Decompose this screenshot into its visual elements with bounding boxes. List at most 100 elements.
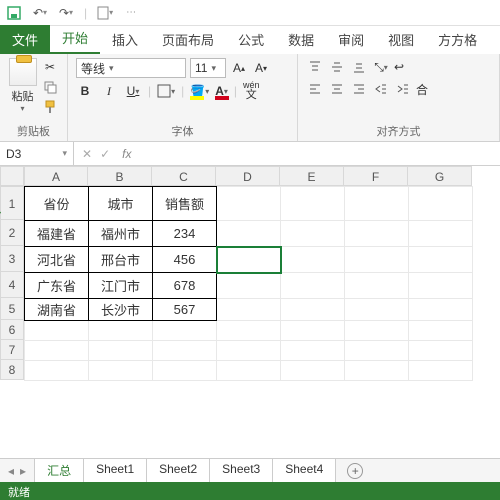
cell[interactable] (345, 247, 409, 273)
fx-cancel-icon[interactable]: ✕ (82, 147, 92, 161)
cell[interactable]: 销售额 (153, 187, 217, 221)
cell[interactable] (281, 321, 345, 341)
cell[interactable] (217, 187, 281, 221)
fx-icon[interactable]: fx (122, 147, 131, 161)
cell[interactable]: 广东省 (25, 273, 89, 299)
cell[interactable]: 湖南省 (25, 299, 89, 321)
cell[interactable] (409, 341, 473, 361)
cell[interactable] (217, 273, 281, 299)
phonetic-icon[interactable]: wén文 (243, 82, 260, 100)
sheet-tab[interactable]: Sheet1 (83, 458, 147, 484)
cell[interactable] (153, 361, 217, 381)
tab-addin[interactable]: 方方格 (426, 25, 489, 54)
cell[interactable] (409, 221, 473, 247)
cell[interactable] (89, 341, 153, 361)
row-header[interactable]: 8 (0, 360, 24, 380)
italic-button[interactable]: I (100, 82, 118, 100)
cell[interactable] (281, 341, 345, 361)
cell[interactable] (409, 187, 473, 221)
row-header[interactable]: 2 (0, 220, 24, 246)
row-header[interactable]: 5 (0, 298, 24, 320)
cell[interactable]: 福州市 (89, 221, 153, 247)
undo-icon[interactable]: ↶▾ (32, 5, 48, 21)
merge-button[interactable]: 合 (416, 80, 428, 98)
row-header[interactable]: 3 (0, 246, 24, 272)
col-header[interactable]: A (24, 166, 88, 186)
tab-formulas[interactable]: 公式 (226, 25, 276, 54)
format-painter-icon[interactable] (41, 98, 59, 116)
row-header[interactable]: 7 (0, 340, 24, 360)
tab-view[interactable]: 视图 (376, 25, 426, 54)
bold-button[interactable]: B (76, 82, 94, 100)
sheet-tab[interactable]: 汇总 (34, 458, 84, 484)
cell[interactable] (217, 321, 281, 341)
increase-indent-icon[interactable] (394, 80, 412, 98)
cell[interactable] (89, 321, 153, 341)
redo-icon[interactable]: ↷▾ (58, 5, 74, 21)
doc-icon[interactable]: ▾ (97, 5, 113, 21)
cell[interactable] (25, 321, 89, 341)
font-color-button[interactable]: A▾ (215, 82, 228, 100)
tab-home[interactable]: 开始 (50, 23, 100, 54)
name-box[interactable]: D3▾ (0, 142, 74, 165)
sheet-tab[interactable]: Sheet2 (146, 458, 210, 484)
col-header[interactable]: G (408, 166, 472, 186)
cell[interactable] (409, 321, 473, 341)
qat-overflow-icon[interactable]: ⋯ (123, 5, 139, 21)
tab-insert[interactable]: 插入 (100, 25, 150, 54)
cell[interactable]: 456 (153, 247, 217, 273)
cell[interactable] (409, 247, 473, 273)
cell[interactable] (409, 361, 473, 381)
cell[interactable]: 234 (153, 221, 217, 247)
tab-review[interactable]: 审阅 (326, 25, 376, 54)
border-button[interactable]: ▾ (157, 82, 175, 100)
cell[interactable] (345, 299, 409, 321)
increase-font-icon[interactable]: A▴ (230, 59, 248, 77)
col-header[interactable]: F (344, 166, 408, 186)
tab-layout[interactable]: 页面布局 (150, 25, 226, 54)
font-name-combo[interactable]: 等线▾ (76, 58, 186, 78)
underline-button[interactable]: U▾ (124, 82, 142, 100)
cell[interactable]: 江门市 (89, 273, 153, 299)
cell[interactable]: 省份 (25, 187, 89, 221)
paste-button[interactable]: 粘贴 ▾ (8, 58, 37, 113)
cell[interactable] (409, 299, 473, 321)
cell[interactable]: 福建省 (25, 221, 89, 247)
col-header[interactable]: E (280, 166, 344, 186)
copy-icon[interactable] (41, 78, 59, 96)
cell[interactable] (281, 247, 345, 273)
font-size-combo[interactable]: 11▾ (190, 58, 226, 78)
cell[interactable] (281, 221, 345, 247)
worksheet-grid[interactable]: ABCDEFG 12345678 ➔ 省份城市销售额福建省福州市234河北省邢台… (0, 166, 500, 456)
cell[interactable]: 河北省 (25, 247, 89, 273)
cell[interactable] (25, 361, 89, 381)
row-header[interactable]: 6 (0, 320, 24, 340)
align-left-icon[interactable] (306, 80, 324, 98)
cell[interactable]: 城市 (89, 187, 153, 221)
cut-icon[interactable]: ✂ (41, 58, 59, 76)
col-header[interactable]: D (216, 166, 280, 186)
select-all-corner[interactable] (0, 166, 24, 186)
cell[interactable]: 678 (153, 273, 217, 299)
sheet-nav-prev-icon[interactable]: ◂ (8, 464, 14, 478)
decrease-indent-icon[interactable] (372, 80, 390, 98)
cell[interactable] (25, 341, 89, 361)
cell[interactable]: 长沙市 (89, 299, 153, 321)
cell[interactable] (89, 361, 153, 381)
tab-data[interactable]: 数据 (276, 25, 326, 54)
cell[interactable]: 567 (153, 299, 217, 321)
align-center-icon[interactable] (328, 80, 346, 98)
cell[interactable] (153, 341, 217, 361)
cell[interactable] (153, 321, 217, 341)
col-header[interactable]: C (152, 166, 216, 186)
row-header[interactable]: 4 (0, 272, 24, 298)
col-header[interactable]: B (88, 166, 152, 186)
cell[interactable] (217, 361, 281, 381)
cell[interactable] (345, 361, 409, 381)
cell[interactable] (217, 341, 281, 361)
align-bottom-icon[interactable] (350, 58, 368, 76)
cell[interactable] (217, 221, 281, 247)
sheet-tab[interactable]: Sheet4 (272, 458, 336, 484)
align-middle-icon[interactable] (328, 58, 346, 76)
cell[interactable] (345, 187, 409, 221)
